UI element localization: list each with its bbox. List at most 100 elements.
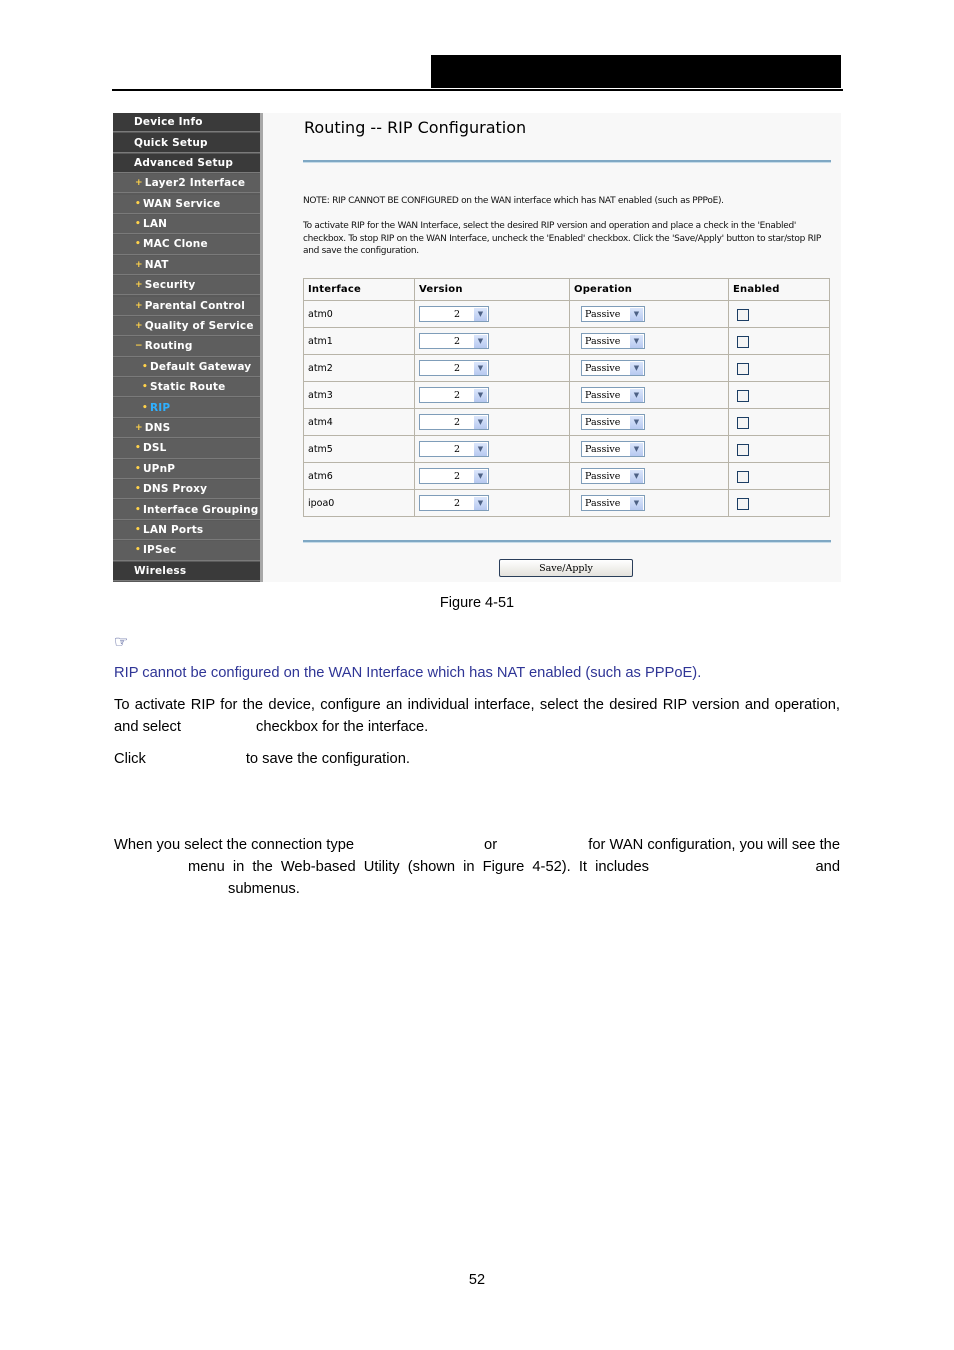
version-select[interactable]: 2 ▼ bbox=[419, 468, 489, 484]
operation-select[interactable]: Passive ▼ bbox=[581, 495, 645, 511]
version-cell: 2 ▼ bbox=[414, 381, 570, 409]
save-apply-button[interactable]: Save/Apply bbox=[499, 559, 633, 577]
sidebar-item-wan-service[interactable]: • WAN Service bbox=[113, 194, 260, 214]
paragraph-click-save: Click to save the configuration. bbox=[114, 748, 840, 770]
chevron-down-icon[interactable]: ▼ bbox=[630, 496, 643, 510]
version-value: 2 bbox=[453, 443, 460, 455]
sidebar-item-label: Security bbox=[144, 279, 196, 292]
table-row: atm4 2 ▼ Passive ▼ bbox=[303, 408, 830, 436]
version-value: 2 bbox=[453, 470, 460, 482]
sidebar-item-dns[interactable]: + DNS bbox=[113, 418, 260, 439]
sidebar-item-security[interactable]: + Security bbox=[113, 276, 260, 296]
version-select[interactable]: 2 ▼ bbox=[419, 387, 489, 403]
para3-text-e: and bbox=[815, 859, 840, 875]
sidebar-item-mac-clone[interactable]: • MAC Clone bbox=[113, 235, 260, 255]
chevron-down-icon[interactable]: ▼ bbox=[630, 307, 643, 321]
version-select[interactable]: 2 ▼ bbox=[419, 333, 489, 349]
sidebar-item-dsl[interactable]: • DSL bbox=[113, 439, 260, 459]
operation-cell: Passive ▼ bbox=[569, 489, 729, 517]
version-select[interactable]: 2 ▼ bbox=[419, 441, 489, 457]
enabled-checkbox[interactable] bbox=[737, 443, 749, 456]
interface-cell: atm1 bbox=[303, 327, 415, 355]
sidebar-item-label: LAN bbox=[142, 218, 168, 231]
nat-note: NOTE: RIP CANNOT BE CONFIGURED on the WA… bbox=[303, 196, 724, 206]
sidebar-item-lan[interactable]: • LAN bbox=[113, 214, 260, 235]
chevron-down-icon[interactable]: ▼ bbox=[474, 334, 487, 348]
chevron-down-icon[interactable]: ▼ bbox=[474, 415, 487, 429]
sidebar-item-static-route[interactable]: • Static Route bbox=[113, 378, 260, 398]
enabled-checkbox[interactable] bbox=[737, 308, 749, 321]
operation-select[interactable]: Passive ▼ bbox=[581, 387, 645, 403]
operation-select[interactable]: Passive ▼ bbox=[581, 441, 645, 457]
chevron-down-icon[interactable]: ▼ bbox=[474, 469, 487, 483]
chevron-down-icon[interactable]: ▼ bbox=[474, 442, 487, 456]
sidebar-item-dns-proxy[interactable]: • DNS Proxy bbox=[113, 480, 260, 500]
sidebar-item-parental-control[interactable]: + Parental Control bbox=[113, 296, 260, 316]
enabled-checkbox[interactable] bbox=[737, 389, 749, 402]
sidebar-item-advanced-setup[interactable]: Advanced Setup bbox=[113, 153, 260, 174]
sidebar-item-lan-ports[interactable]: • LAN Ports bbox=[113, 520, 260, 541]
sidebar-item-label: NAT bbox=[144, 258, 169, 271]
sidebar-item-device-info[interactable]: Device Info bbox=[113, 113, 260, 133]
operation-cell: Passive ▼ bbox=[569, 327, 729, 355]
sidebar-item-label: Parental Control bbox=[144, 299, 245, 312]
sidebar-item-wireless[interactable]: Wireless bbox=[113, 561, 260, 581]
sidebar-item-label: LAN Ports bbox=[142, 523, 204, 536]
enabled-cell bbox=[728, 408, 830, 436]
sidebar-item-label: Layer2 Interface bbox=[144, 177, 246, 190]
bullet-icon: • bbox=[135, 198, 141, 209]
bullet-icon: • bbox=[135, 524, 141, 535]
sidebar-item-label: IPSec bbox=[142, 544, 177, 557]
version-cell: 2 ▼ bbox=[414, 462, 570, 490]
bullet-icon: • bbox=[142, 402, 148, 413]
operation-select[interactable]: Passive ▼ bbox=[581, 468, 645, 484]
enabled-checkbox[interactable] bbox=[737, 470, 749, 483]
sidebar-item-interface-grouping[interactable]: • Interface Grouping bbox=[113, 500, 260, 520]
version-select[interactable]: 2 ▼ bbox=[419, 414, 489, 430]
rip-description: To activate RIP for the WAN Interface, s… bbox=[303, 221, 822, 256]
version-select[interactable]: 2 ▼ bbox=[419, 306, 489, 322]
operation-select[interactable]: Passive ▼ bbox=[581, 306, 645, 322]
sidebar-item-routing[interactable]: − Routing bbox=[113, 337, 260, 357]
enabled-cell bbox=[728, 300, 830, 328]
sidebar-item-ipsec[interactable]: • IPSec bbox=[113, 541, 260, 561]
interface-name: atm3 bbox=[308, 389, 333, 401]
chevron-down-icon[interactable]: ▼ bbox=[630, 388, 643, 402]
para1-text-a: To activate RIP for the device, configur… bbox=[114, 697, 840, 735]
enabled-checkbox[interactable] bbox=[737, 416, 749, 429]
chevron-down-icon[interactable]: ▼ bbox=[474, 361, 487, 375]
version-cell: 2 ▼ bbox=[414, 408, 570, 436]
bullet-icon: • bbox=[135, 504, 141, 515]
operation-select[interactable]: Passive ▼ bbox=[581, 414, 645, 430]
operation-select[interactable]: Passive ▼ bbox=[581, 333, 645, 349]
sidebar-item-nat[interactable]: + NAT bbox=[113, 255, 260, 276]
enabled-checkbox[interactable] bbox=[737, 362, 749, 375]
sidebar-item-default-gateway[interactable]: • Default Gateway bbox=[113, 357, 260, 377]
chevron-down-icon[interactable]: ▼ bbox=[474, 307, 487, 321]
chevron-down-icon[interactable]: ▼ bbox=[630, 442, 643, 456]
sidebar-item-quick-setup[interactable]: Quick Setup bbox=[113, 133, 260, 153]
chevron-down-icon[interactable]: ▼ bbox=[630, 415, 643, 429]
version-select[interactable]: 2 ▼ bbox=[419, 360, 489, 376]
chevron-down-icon[interactable]: ▼ bbox=[630, 469, 643, 483]
chevron-down-icon[interactable]: ▼ bbox=[630, 361, 643, 375]
header-version: Version bbox=[414, 278, 570, 301]
enabled-checkbox[interactable] bbox=[737, 335, 749, 348]
version-select[interactable]: 2 ▼ bbox=[419, 495, 489, 511]
sidebar-item-layer2-interface[interactable]: + Layer2 Interface bbox=[113, 174, 260, 194]
sidebar-item-rip[interactable]: • RIP bbox=[113, 398, 260, 418]
para1-text-b: checkbox for the interface. bbox=[255, 719, 429, 735]
operation-select[interactable]: Passive ▼ bbox=[581, 360, 645, 376]
sidebar-item-upnp[interactable]: • UPnP bbox=[113, 459, 260, 479]
interface-cell: atm0 bbox=[303, 300, 415, 328]
enabled-checkbox[interactable] bbox=[737, 497, 749, 510]
table-row: atm6 2 ▼ Passive ▼ bbox=[303, 462, 830, 490]
chevron-down-icon[interactable]: ▼ bbox=[474, 496, 487, 510]
chevron-down-icon[interactable]: ▼ bbox=[474, 388, 487, 402]
expand-icon: + bbox=[135, 280, 143, 291]
chevron-down-icon[interactable]: ▼ bbox=[630, 334, 643, 348]
sidebar-item-quality-of-service[interactable]: + Quality of Service bbox=[113, 316, 260, 337]
sidebar-item-label: DNS Proxy bbox=[142, 483, 208, 496]
page-number: 52 bbox=[468, 1272, 486, 1288]
enabled-cell bbox=[728, 381, 830, 409]
